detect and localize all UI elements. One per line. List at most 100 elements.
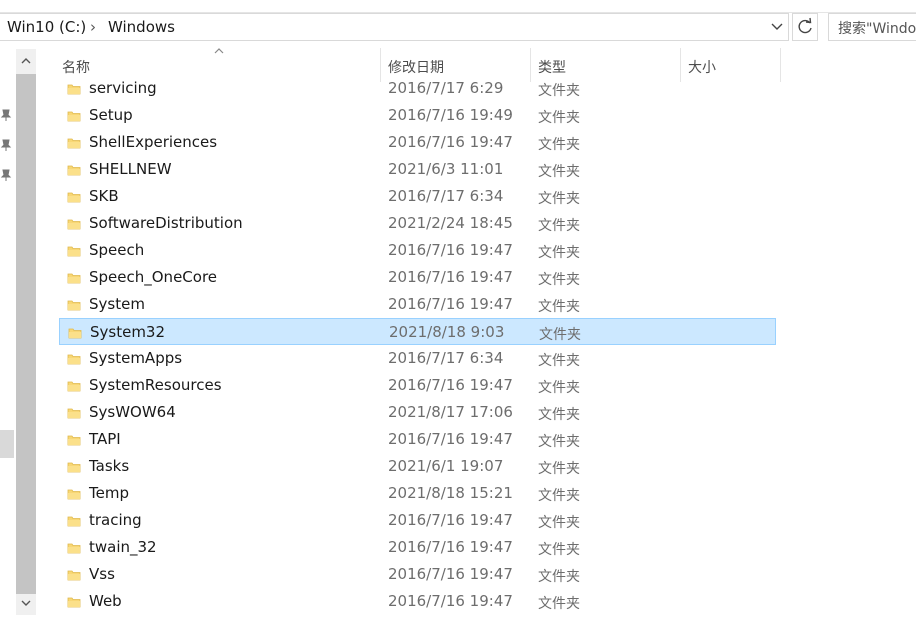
file-name[interactable]: Speech_OneCore [89, 268, 217, 286]
file-row[interactable]: Setup 2016/7/16 19:49 文件夹 [59, 102, 776, 129]
file-row[interactable]: SKB 2016/7/17 6:34 文件夹 [59, 183, 776, 210]
folder-icon [67, 570, 81, 581]
column-size[interactable]: 大小 [688, 57, 716, 77]
nav-scrollbar[interactable] [16, 49, 36, 615]
pin-icon[interactable] [0, 138, 12, 152]
folder-icon [67, 111, 81, 122]
file-date: 2016/7/16 19:47 [388, 241, 513, 259]
file-name[interactable]: tracing [89, 511, 142, 529]
file-date: 2016/7/16 19:47 [388, 376, 513, 394]
file-type: 文件夹 [538, 596, 580, 612]
address-bar[interactable]: Win10 (C:) › Windows [0, 13, 789, 41]
file-type: 文件夹 [538, 218, 580, 234]
column-date[interactable]: 修改日期 [388, 57, 444, 77]
column-name[interactable]: 名称 [62, 57, 90, 77]
file-date: 2016/7/17 6:34 [388, 187, 504, 205]
scrollbar-thumb[interactable] [16, 74, 36, 594]
file-row[interactable]: tracing 2016/7/16 19:47 文件夹 [59, 507, 776, 534]
file-name[interactable]: SKB [89, 187, 119, 205]
file-name[interactable]: ShellExperiences [89, 133, 217, 151]
file-name[interactable]: SHELLNEW [89, 160, 172, 178]
file-row[interactable]: SoftwareDistribution 2021/2/24 18:45 文件夹 [59, 210, 776, 237]
file-type: 文件夹 [538, 461, 580, 477]
file-row[interactable]: Tasks 2021/6/1 19:07 文件夹 [59, 453, 776, 480]
pin-icon[interactable] [0, 168, 12, 182]
file-row[interactable]: Speech 2016/7/16 19:47 文件夹 [59, 237, 776, 264]
file-type: 文件夹 [538, 380, 580, 396]
file-type: 文件夹 [538, 299, 580, 315]
breadcrumb-drive[interactable]: Win10 (C:) [7, 18, 86, 36]
nav-pane-selection[interactable] [0, 430, 14, 458]
file-name[interactable]: Temp [89, 484, 129, 502]
file-type: 文件夹 [538, 569, 580, 585]
file-name[interactable]: Speech [89, 241, 144, 259]
file-name[interactable]: Setup [89, 106, 133, 124]
file-type: 文件夹 [538, 83, 580, 99]
folder-icon [68, 328, 82, 339]
refresh-icon [798, 17, 812, 34]
file-date: 2016/7/16 19:47 [388, 268, 513, 286]
folder-icon [67, 219, 81, 230]
file-name[interactable]: Web [89, 592, 122, 610]
file-name[interactable]: SysWOW64 [89, 403, 176, 421]
file-type: 文件夹 [538, 515, 580, 531]
scroll-down-icon[interactable] [20, 597, 32, 609]
file-date: 2016/7/16 19:47 [388, 538, 513, 556]
column-divider[interactable] [780, 48, 781, 82]
file-type: 文件夹 [538, 407, 580, 423]
breadcrumb-folder[interactable]: Windows [108, 18, 175, 36]
file-row[interactable]: SystemApps 2016/7/17 6:34 文件夹 [59, 345, 776, 372]
pin-icon[interactable] [0, 108, 12, 122]
file-type: 文件夹 [538, 164, 580, 180]
file-row[interactable]: ShellExperiences 2016/7/16 19:47 文件夹 [59, 129, 776, 156]
folder-icon [67, 462, 81, 473]
file-row[interactable]: System32 2021/8/18 9:03 文件夹 [59, 318, 776, 345]
file-name[interactable]: TAPI [89, 430, 121, 448]
search-input[interactable]: 搜索"Windows" [828, 13, 916, 41]
file-name[interactable]: SystemApps [89, 349, 182, 367]
file-date: 2016/7/16 19:47 [388, 592, 513, 610]
folder-icon [67, 138, 81, 149]
folder-icon [67, 597, 81, 608]
file-row[interactable]: Speech_OneCore 2016/7/16 19:47 文件夹 [59, 264, 776, 291]
refresh-button[interactable] [792, 13, 818, 41]
file-name[interactable]: Tasks [89, 457, 129, 475]
file-date: 2021/6/1 19:07 [388, 457, 504, 475]
file-row[interactable]: Web 2016/7/16 19:47 文件夹 [59, 588, 776, 615]
chevron-down-icon[interactable] [770, 20, 784, 34]
file-type: 文件夹 [538, 110, 580, 126]
file-row[interactable]: TAPI 2016/7/16 19:47 文件夹 [59, 426, 776, 453]
column-type[interactable]: 类型 [538, 57, 566, 77]
file-date: 2021/8/18 15:21 [388, 484, 513, 502]
file-date: 2016/7/17 6:29 [388, 79, 504, 97]
file-row[interactable]: twain_32 2016/7/16 19:47 文件夹 [59, 534, 776, 561]
file-name[interactable]: Vss [89, 565, 115, 583]
file-name[interactable]: System [89, 295, 145, 313]
folder-icon [67, 516, 81, 527]
file-row[interactable]: SystemResources 2016/7/16 19:47 文件夹 [59, 372, 776, 399]
file-name[interactable]: servicing [89, 79, 157, 97]
file-row[interactable]: Temp 2021/8/18 15:21 文件夹 [59, 480, 776, 507]
file-type: 文件夹 [539, 327, 581, 343]
scroll-up-icon[interactable] [20, 55, 32, 67]
sort-ascending-icon [214, 48, 224, 54]
folder-icon [67, 408, 81, 419]
file-type: 文件夹 [538, 434, 580, 450]
file-name[interactable]: System32 [90, 323, 165, 341]
folder-icon [67, 273, 81, 284]
file-row[interactable]: SHELLNEW 2021/6/3 11:01 文件夹 [59, 156, 776, 183]
file-row[interactable]: System 2016/7/16 19:47 文件夹 [59, 291, 776, 318]
file-name[interactable]: SoftwareDistribution [89, 214, 243, 232]
file-row[interactable]: servicing 2016/7/17 6:29 文件夹 [59, 75, 776, 102]
file-row[interactable]: SysWOW64 2021/8/17 17:06 文件夹 [59, 399, 776, 426]
file-name[interactable]: twain_32 [89, 538, 157, 556]
folder-icon [67, 543, 81, 554]
file-date: 2016/7/16 19:47 [388, 511, 513, 529]
file-date: 2021/2/24 18:45 [388, 214, 513, 232]
window-top-edge [0, 0, 916, 13]
file-type: 文件夹 [538, 272, 580, 288]
file-row[interactable]: Vss 2016/7/16 19:47 文件夹 [59, 561, 776, 588]
file-name[interactable]: SystemResources [89, 376, 222, 394]
file-date: 2016/7/16 19:49 [388, 106, 513, 124]
breadcrumb-separator[interactable]: › [90, 18, 96, 36]
